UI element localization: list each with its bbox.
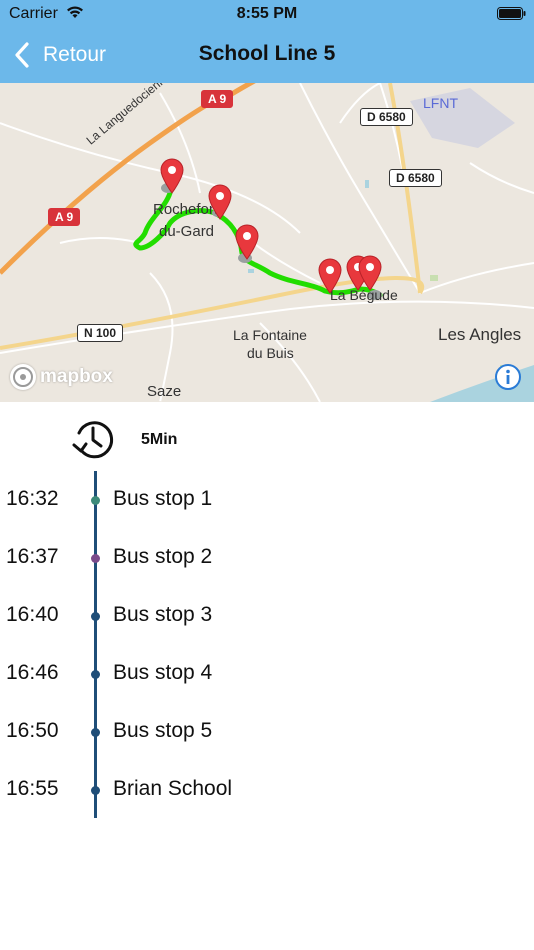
page-title: School Line 5: [198, 42, 336, 65]
stop-name: Bus stop 3: [113, 603, 213, 626]
timeline-line: [94, 471, 97, 818]
map-marker-stop-3[interactable]: [234, 224, 260, 260]
mapbox-attribution: mapbox: [40, 366, 113, 387]
stop-name: Bus stop 5: [113, 719, 213, 742]
stop-name: Bus stop 1: [113, 487, 213, 510]
mapbox-logo[interactable]: mapbox: [10, 364, 113, 390]
status-bar: Carrier 8:55 PM: [0, 0, 534, 30]
stop-dot: [91, 496, 100, 505]
road-shield-d6580-top: D 6580: [360, 108, 413, 126]
stop-row[interactable]: 16:55 Brian School: [0, 769, 534, 809]
map-label-fontaine-1: La Fontaine: [233, 327, 307, 343]
road-shield-n100: N 100: [77, 324, 124, 342]
stop-dot: [91, 612, 100, 621]
map-marker-school[interactable]: [357, 255, 383, 291]
road-shield-a9-top: A 9: [201, 90, 234, 108]
stop-row[interactable]: 16:46 Bus stop 4: [0, 653, 534, 693]
stop-time: 16:37: [6, 545, 59, 568]
stop-row[interactable]: 16:40 Bus stop 3: [0, 595, 534, 635]
battery-icon: [497, 7, 526, 20]
map-label-fontaine-2: du Buis: [247, 345, 294, 361]
status-time: 8:55 PM: [236, 5, 298, 22]
stop-time: 16:50: [6, 719, 59, 742]
stop-row[interactable]: 16:50 Bus stop 5: [0, 711, 534, 751]
header: Carrier 8:55 PM Retour School Line 5: [0, 0, 534, 83]
navigation-bar: Retour School Line 5: [0, 30, 534, 83]
stop-row[interactable]: 16:32 Bus stop 1: [0, 479, 534, 519]
stop-time: 16:55: [6, 777, 59, 800]
map-label-les-angles: Les Angles: [438, 325, 522, 344]
stop-dot: [91, 554, 100, 563]
stop-time: 16:46: [6, 661, 59, 684]
stop-name: Bus stop 4: [113, 661, 213, 684]
map-label-saze: Saze: [147, 383, 182, 400]
map-label-lfnt: LFNT: [423, 95, 458, 111]
route-map[interactable]: La Languedocienne LFNT Rochefort- du-Gar…: [0, 83, 534, 402]
clock-history-icon: [72, 421, 114, 459]
stop-row[interactable]: 16:37 Bus stop 2: [0, 537, 534, 577]
stop-time: 16:40: [6, 603, 59, 626]
road-shield-a9-left: A 9: [48, 208, 81, 226]
map-marker-stop-4[interactable]: [317, 258, 343, 294]
road-shield-d6580-right: D 6580: [389, 169, 442, 187]
stop-dot: [91, 786, 100, 795]
stop-time: 16:32: [6, 487, 59, 510]
map-marker-stop-2[interactable]: [207, 184, 233, 220]
stop-name: Bus stop 2: [113, 545, 213, 568]
stop-name: Brian School: [113, 777, 233, 800]
stop-dot: [91, 728, 100, 737]
info-icon[interactable]: [494, 363, 522, 391]
map-label-rochefort-2: du-Gard: [159, 223, 215, 240]
duration-label: 5Min: [141, 431, 178, 448]
stop-dot: [91, 670, 100, 679]
mapbox-logo-icon: [10, 364, 36, 390]
map-marker-stop-1[interactable]: [159, 158, 185, 194]
